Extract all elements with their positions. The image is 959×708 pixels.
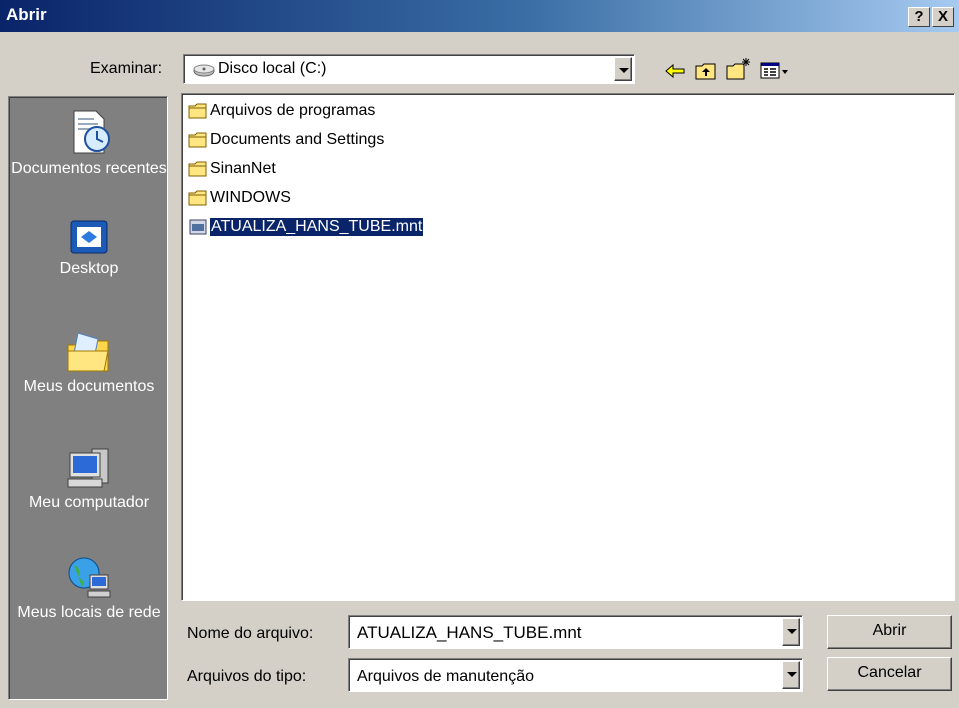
file-list[interactable]: Arquivos de programas Documents and Sett…: [181, 93, 955, 601]
folder-icon: [188, 103, 207, 119]
filename-label: Nome do arquivo:: [187, 625, 314, 642]
close-button[interactable]: X: [932, 7, 954, 27]
chevron-down-icon[interactable]: [614, 57, 632, 81]
title-bar: Abrir ? X: [0, 0, 959, 32]
folder-icon: [188, 190, 207, 206]
place-label: Meus documentos: [23, 378, 155, 395]
places-bar: Documentos recentes Desktop Meus documen…: [8, 96, 168, 700]
filetype-label: Arquivos do tipo:: [187, 668, 307, 685]
network-places-icon: [68, 557, 111, 598]
chevron-down-icon[interactable]: [782, 661, 800, 689]
cancel-button[interactable]: Cancelar: [827, 657, 952, 691]
my-computer-icon: [67, 448, 109, 488]
place-label: Meu computador: [28, 494, 150, 511]
filetype-dropdown[interactable]: Arquivos de manutenção: [348, 658, 803, 692]
place-label: Meus locais de rede: [17, 604, 161, 621]
look-in-value: Disco local (C:): [218, 60, 327, 77]
file-name: WINDOWS: [210, 189, 291, 206]
look-in-label: Examinar:: [90, 60, 163, 77]
list-item[interactable]: WINDOWS: [188, 186, 291, 210]
file-name: SinanNet: [210, 160, 276, 177]
place-network[interactable]: Meus locais de rede: [9, 555, 169, 622]
list-item[interactable]: SinanNet: [188, 157, 276, 181]
folder-icon: [188, 161, 207, 177]
place-desktop[interactable]: Desktop: [9, 217, 169, 278]
filename-input[interactable]: ATUALIZA_HANS_TUBE.mnt: [348, 615, 803, 649]
new-folder-icon[interactable]: [726, 57, 752, 81]
list-item[interactable]: ATUALIZA_HANS_TUBE.mnt: [188, 215, 425, 239]
chevron-down-icon[interactable]: [782, 618, 800, 646]
list-item[interactable]: Arquivos de programas: [188, 99, 375, 123]
recent-documents-icon: [73, 110, 110, 154]
place-my-computer[interactable]: Meu computador: [9, 445, 169, 512]
place-recent-documents[interactable]: Documentos recentes: [9, 107, 169, 178]
open-button[interactable]: Abrir: [827, 615, 952, 649]
up-folder-icon[interactable]: [695, 61, 717, 81]
list-item[interactable]: Documents and Settings: [188, 128, 384, 152]
place-label: Documentos recentes: [11, 160, 167, 177]
local-disk-icon: [193, 64, 215, 77]
look-in-dropdown[interactable]: Disco local (C:): [183, 54, 635, 84]
file-icon: [189, 219, 207, 235]
folder-icon: [188, 132, 207, 148]
place-my-documents[interactable]: Meus documentos: [9, 329, 169, 396]
file-name: Documents and Settings: [210, 131, 385, 148]
place-label: Desktop: [59, 260, 119, 277]
file-name: Arquivos de programas: [210, 102, 376, 119]
file-name: ATUALIZA_HANS_TUBE.mnt: [208, 217, 425, 237]
view-menu-icon[interactable]: [760, 62, 792, 80]
help-button[interactable]: ?: [908, 7, 930, 27]
desktop-icon: [70, 220, 108, 254]
filetype-value: Arquivos de manutenção: [357, 668, 534, 685]
filename-value: ATUALIZA_HANS_TUBE.mnt: [357, 623, 582, 642]
dialog-title: Abrir: [6, 5, 47, 24]
my-documents-icon: [67, 332, 109, 372]
back-arrow-icon[interactable]: [664, 62, 686, 80]
